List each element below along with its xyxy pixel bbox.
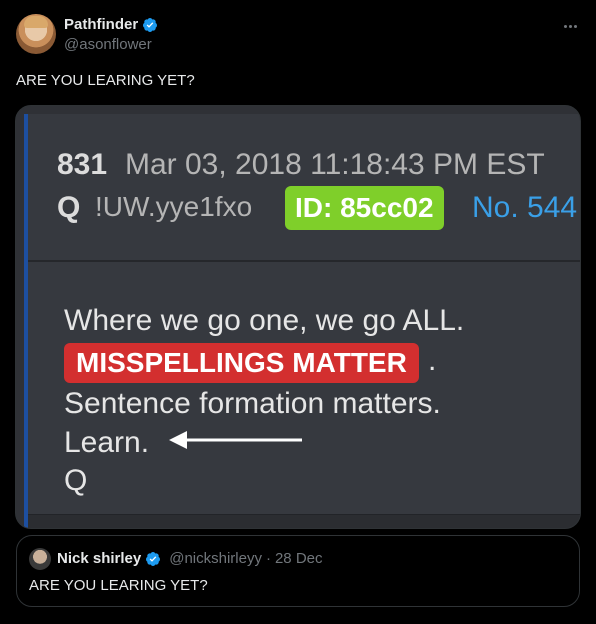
meta-separator: · [265, 550, 271, 567]
post-number: 831 [57, 148, 108, 181]
quoted-author-avatar[interactable] [29, 548, 51, 570]
post-divider [28, 260, 580, 262]
post-date: Mar 03, 2018 11:18:43 PM EST [125, 148, 545, 181]
author-handle[interactable]: @asonflower [64, 36, 152, 53]
quoted-date[interactable]: 28 Dec [275, 550, 323, 567]
quoted-author-handle[interactable]: @nickshirleyy [169, 550, 262, 567]
misspellings-highlight: MISSPELLINGS MATTER [64, 343, 419, 383]
more-options-icon[interactable] [560, 18, 580, 34]
tweet-header: Pathfinder @asonflower [16, 14, 580, 56]
quoted-tweet[interactable]: Nick shirley @nickshirleyy · 28 Dec ARE … [16, 535, 580, 607]
post-tripcode: !UW.yye1fxo [95, 191, 253, 222]
highlight-period: . [428, 344, 437, 377]
post-line-1: Where we go one, we go ALL. [64, 304, 465, 337]
verified-badge-icon [146, 551, 161, 566]
left-arrow-icon [169, 431, 302, 449]
tweet-media-image[interactable]: 831 Mar 03, 2018 11:18:43 PM EST Q !UW.y… [15, 105, 581, 529]
quoted-text: ARE YOU LEARING YET? [29, 577, 208, 594]
post-line-4: Learn. [64, 426, 150, 459]
author-name-row: Pathfinder [64, 16, 158, 33]
author-display-name[interactable]: Pathfinder [64, 16, 138, 33]
author-avatar[interactable] [16, 14, 56, 54]
verified-badge-icon [143, 17, 158, 32]
post-no-link: No. 544 [472, 191, 578, 224]
quoted-author-row: Nick shirley @nickshirleyy · 28 Dec [57, 550, 323, 567]
post-bottom-strip [28, 514, 580, 528]
post-signature: Q [64, 464, 88, 497]
post-line-3: Sentence formation matters. [64, 387, 441, 420]
tweet-text: ARE YOU LEARING YET? [16, 72, 195, 89]
post-author-label: Q [57, 191, 81, 224]
post-id-badge: ID: 85cc02 [285, 186, 444, 230]
quoted-author-name[interactable]: Nick shirley [57, 550, 141, 567]
